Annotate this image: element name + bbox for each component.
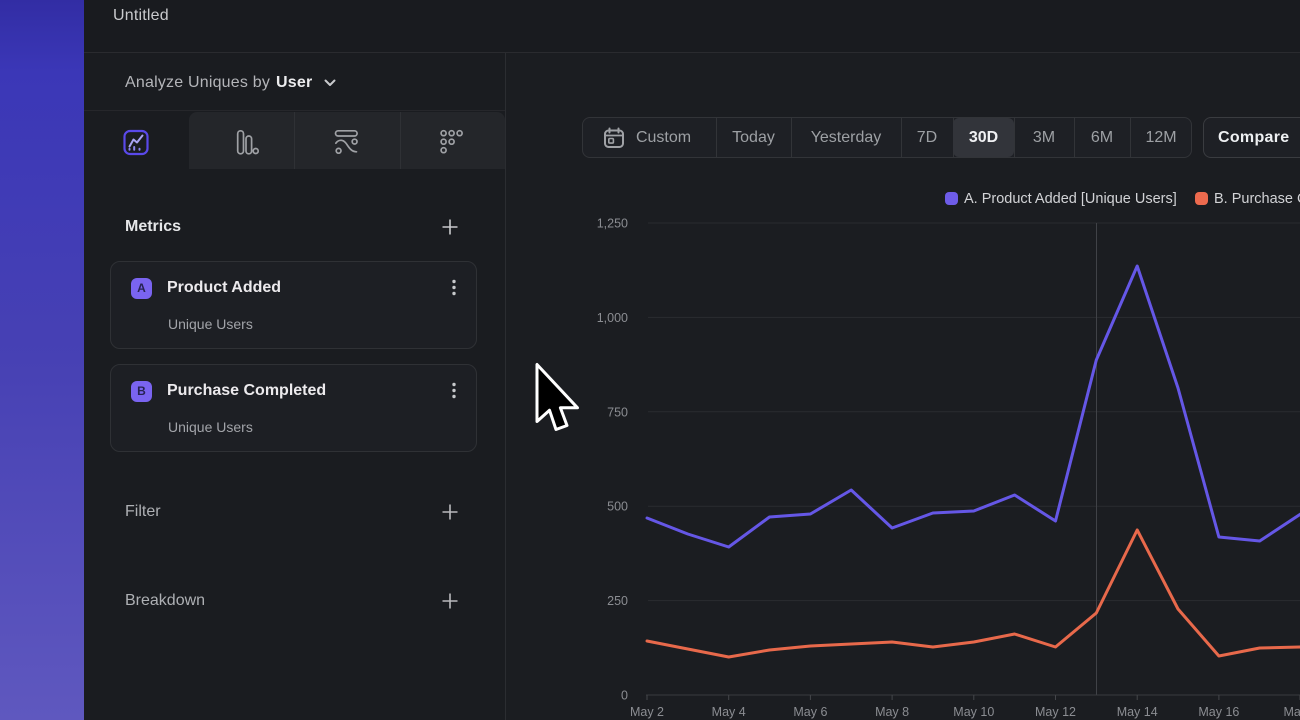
svg-text:May 6: May 6 bbox=[793, 705, 827, 719]
svg-text:250: 250 bbox=[607, 594, 628, 608]
svg-text:May 2: May 2 bbox=[630, 705, 664, 719]
svg-text:May 8: May 8 bbox=[875, 705, 909, 719]
svg-text:May 10: May 10 bbox=[953, 705, 994, 719]
svg-text:May 16: May 16 bbox=[1198, 705, 1239, 719]
svg-text:May 18: May 18 bbox=[1284, 705, 1300, 719]
svg-text:May 12: May 12 bbox=[1035, 705, 1076, 719]
svg-text:May 14: May 14 bbox=[1117, 705, 1158, 719]
svg-text:0: 0 bbox=[621, 689, 628, 703]
svg-text:1,000: 1,000 bbox=[597, 311, 628, 325]
svg-text:May 4: May 4 bbox=[712, 705, 746, 719]
svg-text:500: 500 bbox=[607, 500, 628, 514]
svg-text:750: 750 bbox=[607, 405, 628, 419]
svg-text:1,250: 1,250 bbox=[597, 217, 628, 231]
